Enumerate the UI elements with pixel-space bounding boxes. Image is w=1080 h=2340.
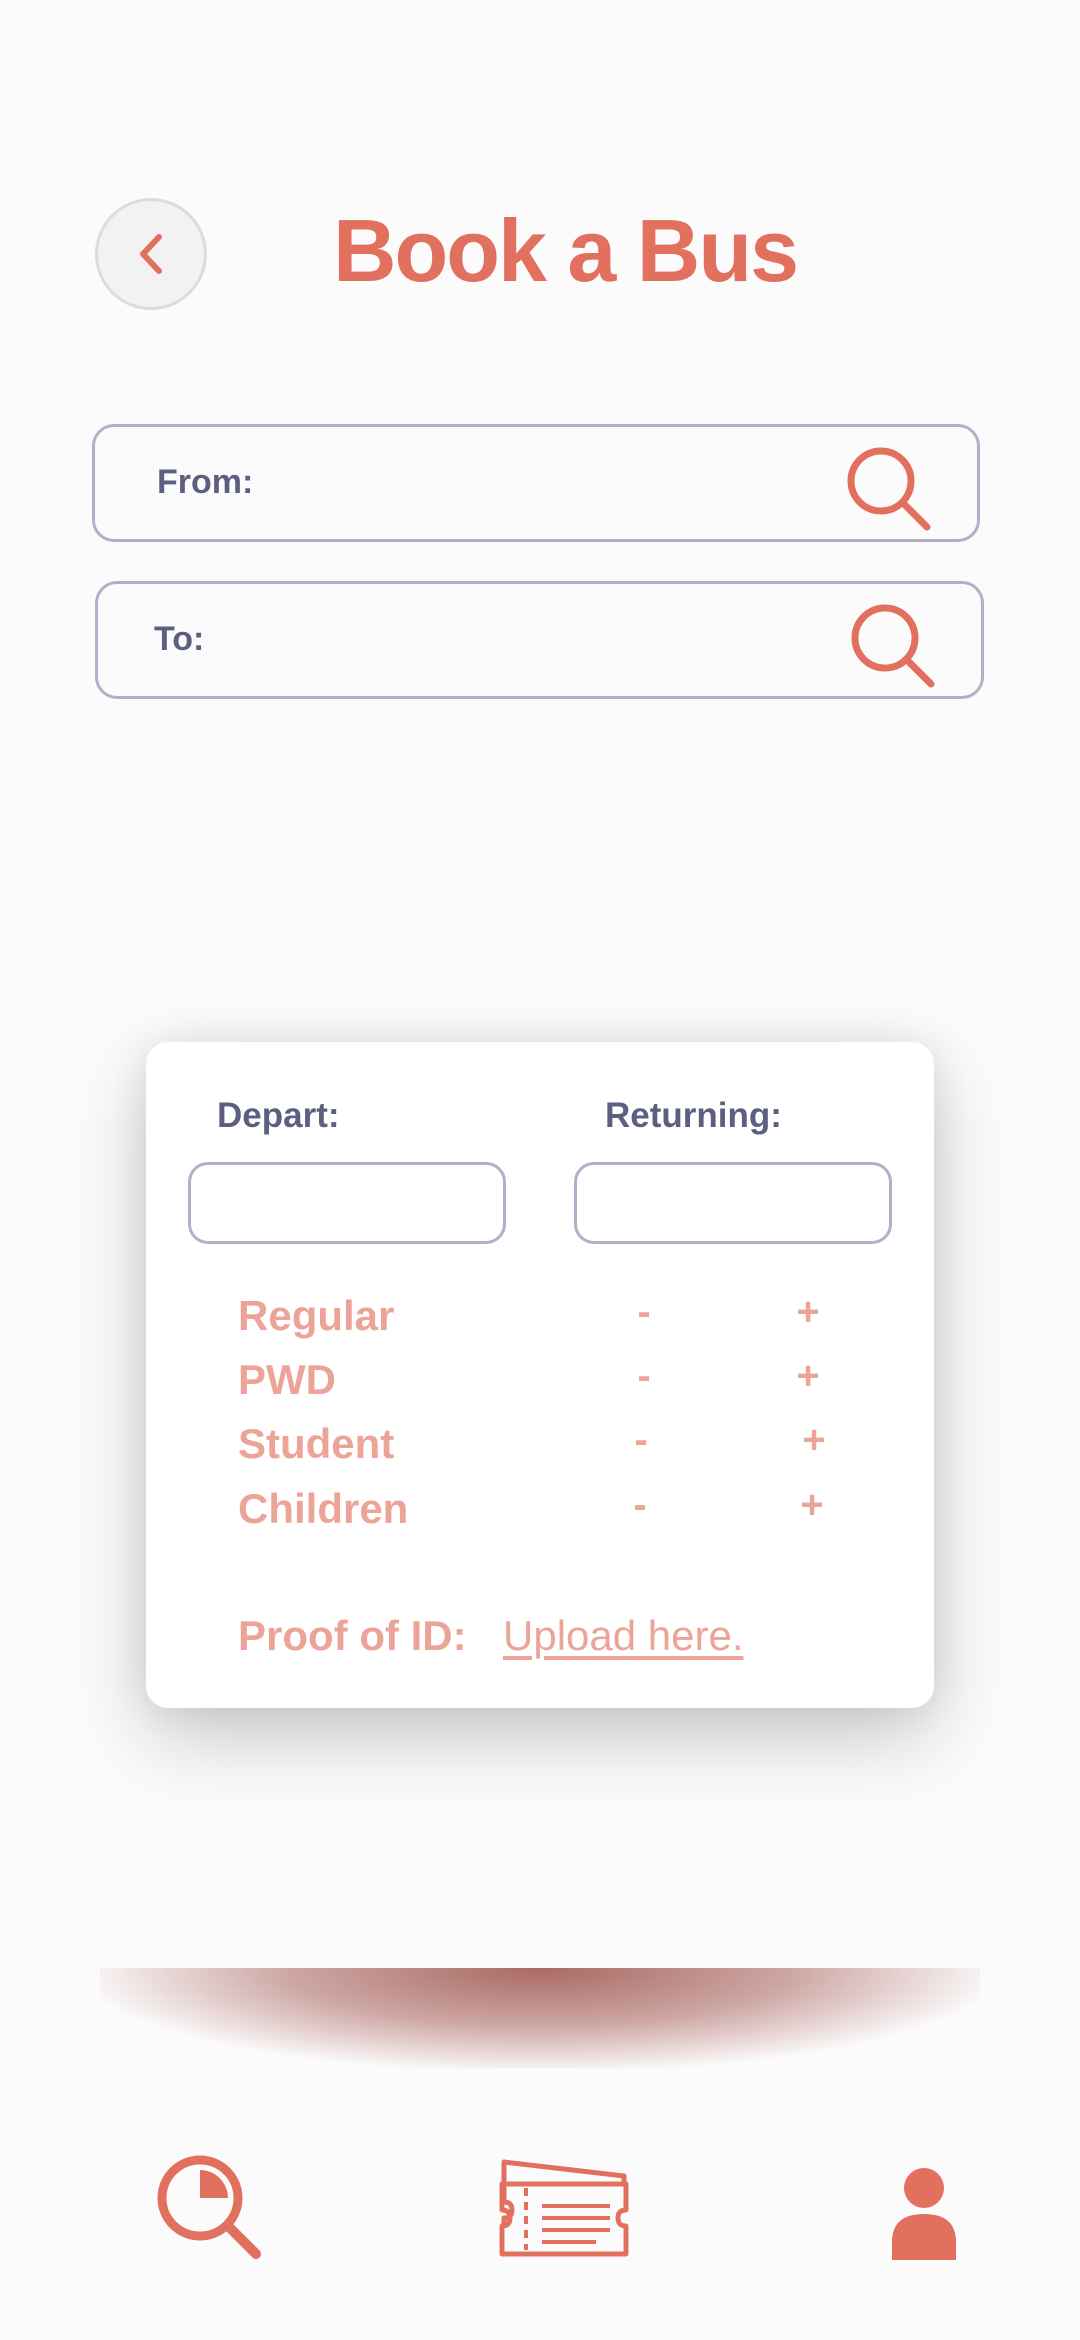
increment-button[interactable]: + xyxy=(788,1290,828,1335)
profile-icon[interactable] xyxy=(864,2148,984,2268)
bottom-nav xyxy=(0,2080,1080,2340)
returning-date-input[interactable] xyxy=(574,1162,892,1244)
increment-button[interactable]: + xyxy=(792,1483,832,1528)
to-field[interactable]: To: xyxy=(95,581,984,699)
depart-date-input[interactable] xyxy=(188,1162,506,1244)
passenger-type-label: Children xyxy=(238,1485,409,1532)
decrement-button[interactable]: - xyxy=(621,1418,661,1463)
upload-id-link[interactable]: Upload here. xyxy=(503,1612,744,1660)
from-field[interactable]: From: xyxy=(92,424,980,542)
booking-card: Depart: Returning: Regular - + PWD - + S… xyxy=(146,1042,934,1708)
increment-button[interactable]: + xyxy=(788,1354,828,1399)
decrement-button[interactable]: - xyxy=(624,1290,664,1335)
passenger-type-label: PWD xyxy=(238,1356,336,1403)
search-icon[interactable] xyxy=(837,439,937,539)
decrement-button[interactable]: - xyxy=(620,1483,660,1528)
returning-label: Returning: xyxy=(605,1096,782,1135)
increment-button[interactable]: + xyxy=(794,1418,834,1463)
nav-shadow xyxy=(100,1968,980,2068)
search-icon[interactable] xyxy=(841,596,941,696)
passenger-type-label: Student xyxy=(238,1420,395,1467)
decrement-button[interactable]: - xyxy=(624,1354,664,1399)
ticket-icon[interactable] xyxy=(496,2148,632,2268)
proof-of-id-label: Proof of ID: xyxy=(238,1612,467,1659)
passenger-type-label: Regular xyxy=(238,1292,395,1339)
depart-label: Depart: xyxy=(217,1096,340,1135)
page-title: Book a Bus xyxy=(332,201,799,300)
from-label: From: xyxy=(157,463,254,501)
search-icon[interactable] xyxy=(152,2148,272,2268)
to-label: To: xyxy=(154,620,205,658)
